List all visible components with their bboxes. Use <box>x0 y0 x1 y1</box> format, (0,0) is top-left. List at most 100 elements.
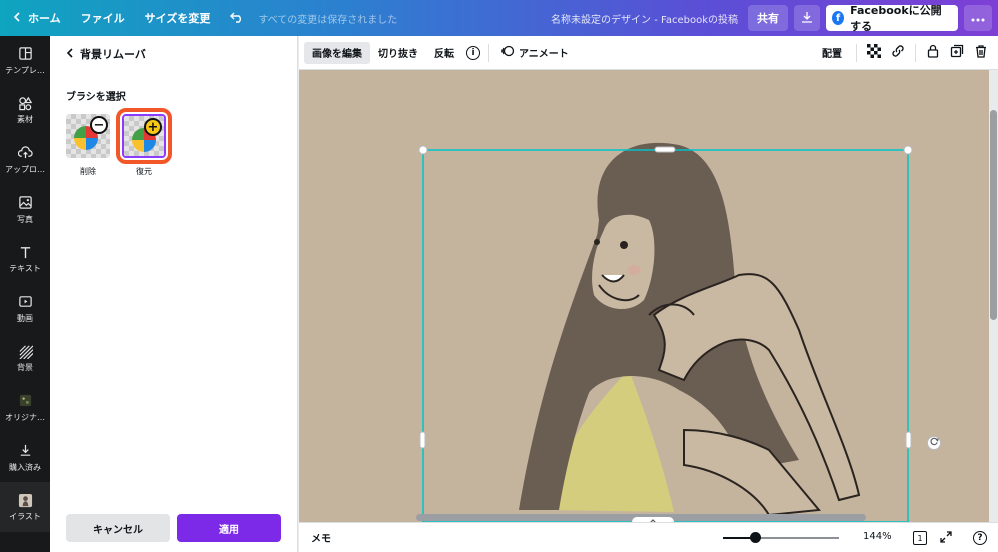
illustration-artwork[interactable] <box>299 70 989 522</box>
toolbar-right-group: 配置 <box>814 42 998 64</box>
apply-button[interactable]: 適用 <box>177 514 281 542</box>
download-icon <box>801 11 813 26</box>
info-icon: i <box>466 45 480 60</box>
brush-select-heading: ブラシを選択 <box>66 92 126 103</box>
nav-item-uploads[interactable]: アップロ… <box>0 135 50 185</box>
undo-button[interactable] <box>220 0 254 36</box>
rotate-handle[interactable] <box>927 436 941 450</box>
nav-label: 素材 <box>17 115 33 125</box>
upload-icon <box>17 145 33 161</box>
link-button[interactable] <box>887 42 909 64</box>
purchased-icon <box>17 443 33 459</box>
animate-button[interactable]: アニメート <box>493 42 577 64</box>
nav-item-background[interactable]: 背景 <box>0 334 50 384</box>
home-button[interactable]: ホーム <box>0 0 71 36</box>
duplicate-icon <box>950 44 964 61</box>
help-icon: ? <box>973 531 987 545</box>
link-icon <box>891 44 905 61</box>
animate-icon <box>501 44 515 61</box>
photo-icon <box>17 195 33 211</box>
background-icon <box>17 343 33 359</box>
position-button[interactable]: 配置 <box>814 42 850 64</box>
left-navigation: テンプレ… 素材 アップロ… 写真 テキスト 動画 背景 オリジナ… 購入済み … <box>0 36 50 552</box>
nav-label: テキスト <box>9 264 41 274</box>
nav-label: 動画 <box>17 313 33 323</box>
cancel-button[interactable]: キャンセル <box>66 514 170 542</box>
zoom-slider[interactable] <box>723 532 839 543</box>
nav-label: 写真 <box>17 214 33 224</box>
minus-icon: − <box>90 116 108 134</box>
page-count-button[interactable]: 1 <box>911 529 929 547</box>
edit-image-button[interactable]: 画像を編集 <box>304 41 370 64</box>
panel-title: 背景リムーバ <box>80 48 146 61</box>
template-icon <box>17 46 33 62</box>
nav-item-text[interactable]: テキスト <box>0 234 50 284</box>
bottom-bar: メモ 144% 1 ? <box>299 522 998 552</box>
nav-item-elements[interactable]: 素材 <box>0 86 50 136</box>
save-status: すべての変更は保存されました <box>258 14 398 26</box>
crop-button[interactable]: 切り抜き <box>370 42 426 64</box>
fullscreen-button[interactable] <box>937 529 955 547</box>
ellipsis-icon <box>971 12 985 25</box>
toolbar-divider <box>856 43 857 62</box>
nav-item-original[interactable]: オリジナ… <box>0 383 50 433</box>
zoom-level[interactable]: 144% <box>863 531 892 542</box>
context-toolbar: 画像を編集 切り抜き 反転 i アニメート 配置 <box>299 36 998 70</box>
nav-label: テンプレ… <box>5 65 45 75</box>
nav-label: イラスト <box>9 512 41 522</box>
nav-label: 購入済み <box>9 462 41 472</box>
animate-label: アニメート <box>519 49 569 60</box>
help-button[interactable]: ? <box>971 529 989 547</box>
elements-icon <box>17 95 33 111</box>
vertical-scrollbar[interactable] <box>989 70 998 522</box>
lock-icon <box>926 44 940 61</box>
vertical-scrollbar-thumb[interactable] <box>990 110 997 320</box>
rotate-icon <box>930 437 939 449</box>
panel-back-button[interactable]: 背景リムーバ <box>66 46 146 62</box>
original-icon <box>17 393 33 409</box>
chevron-left-icon <box>12 11 22 25</box>
trash-icon <box>974 44 988 61</box>
design-canvas[interactable] <box>299 70 998 522</box>
nav-label: 背景 <box>17 363 33 373</box>
nav-label: オリジナ… <box>5 412 45 422</box>
erase-brush-button[interactable]: − <box>66 114 110 158</box>
home-label: ホーム <box>28 12 61 25</box>
document-title[interactable]: 名称未設定のデザイン - Facebookの投稿 <box>551 11 748 26</box>
info-button[interactable]: i <box>462 42 484 64</box>
delete-button[interactable] <box>970 42 992 64</box>
nav-item-photos[interactable]: 写真 <box>0 185 50 235</box>
page-icon: 1 <box>913 531 927 545</box>
more-options-button[interactable] <box>964 5 992 31</box>
restore-brush-button[interactable]: + <box>116 108 172 164</box>
nav-item-illustration[interactable]: イラスト <box>0 482 50 532</box>
erase-brush-label: 削除 <box>80 167 96 176</box>
chevron-left-icon <box>66 47 74 61</box>
lock-button[interactable] <box>922 42 944 64</box>
checkerboard-icon <box>867 44 881 61</box>
video-icon <box>17 294 33 310</box>
resize-button[interactable]: サイズを変更 <box>135 0 221 36</box>
undo-icon <box>230 11 244 26</box>
nav-item-templates[interactable]: テンプレ… <box>0 36 50 86</box>
toolbar-divider <box>915 43 916 62</box>
toolbar-divider <box>488 43 489 62</box>
restore-brush-label: 復元 <box>136 167 152 176</box>
publish-label: Facebookに公開する <box>850 4 942 33</box>
top-bar: ホーム ファイル サイズを変更 すべての変更は保存されました 名称未設定のデザイ… <box>0 0 998 36</box>
flip-button[interactable]: 反転 <box>426 42 462 64</box>
download-button[interactable] <box>794 5 820 31</box>
file-menu[interactable]: ファイル <box>71 0 135 36</box>
share-button[interactable]: 共有 <box>748 5 788 31</box>
duplicate-button[interactable] <box>946 42 968 64</box>
nav-label: アップロ… <box>5 164 45 174</box>
nav-item-video[interactable]: 動画 <box>0 284 50 334</box>
notes-button[interactable]: メモ <box>299 530 331 545</box>
nav-item-purchased[interactable]: 購入済み <box>0 433 50 483</box>
text-icon <box>17 244 33 260</box>
transparency-button[interactable] <box>863 42 885 64</box>
illustration-icon <box>17 492 33 508</box>
publish-facebook-button[interactable]: f Facebookに公開する <box>826 4 958 33</box>
background-remover-panel: 背景リムーバ ブラシを選択 − 削除 + 復元 キャンセル 適用 <box>50 36 298 552</box>
zoom-slider-knob[interactable] <box>750 532 761 543</box>
